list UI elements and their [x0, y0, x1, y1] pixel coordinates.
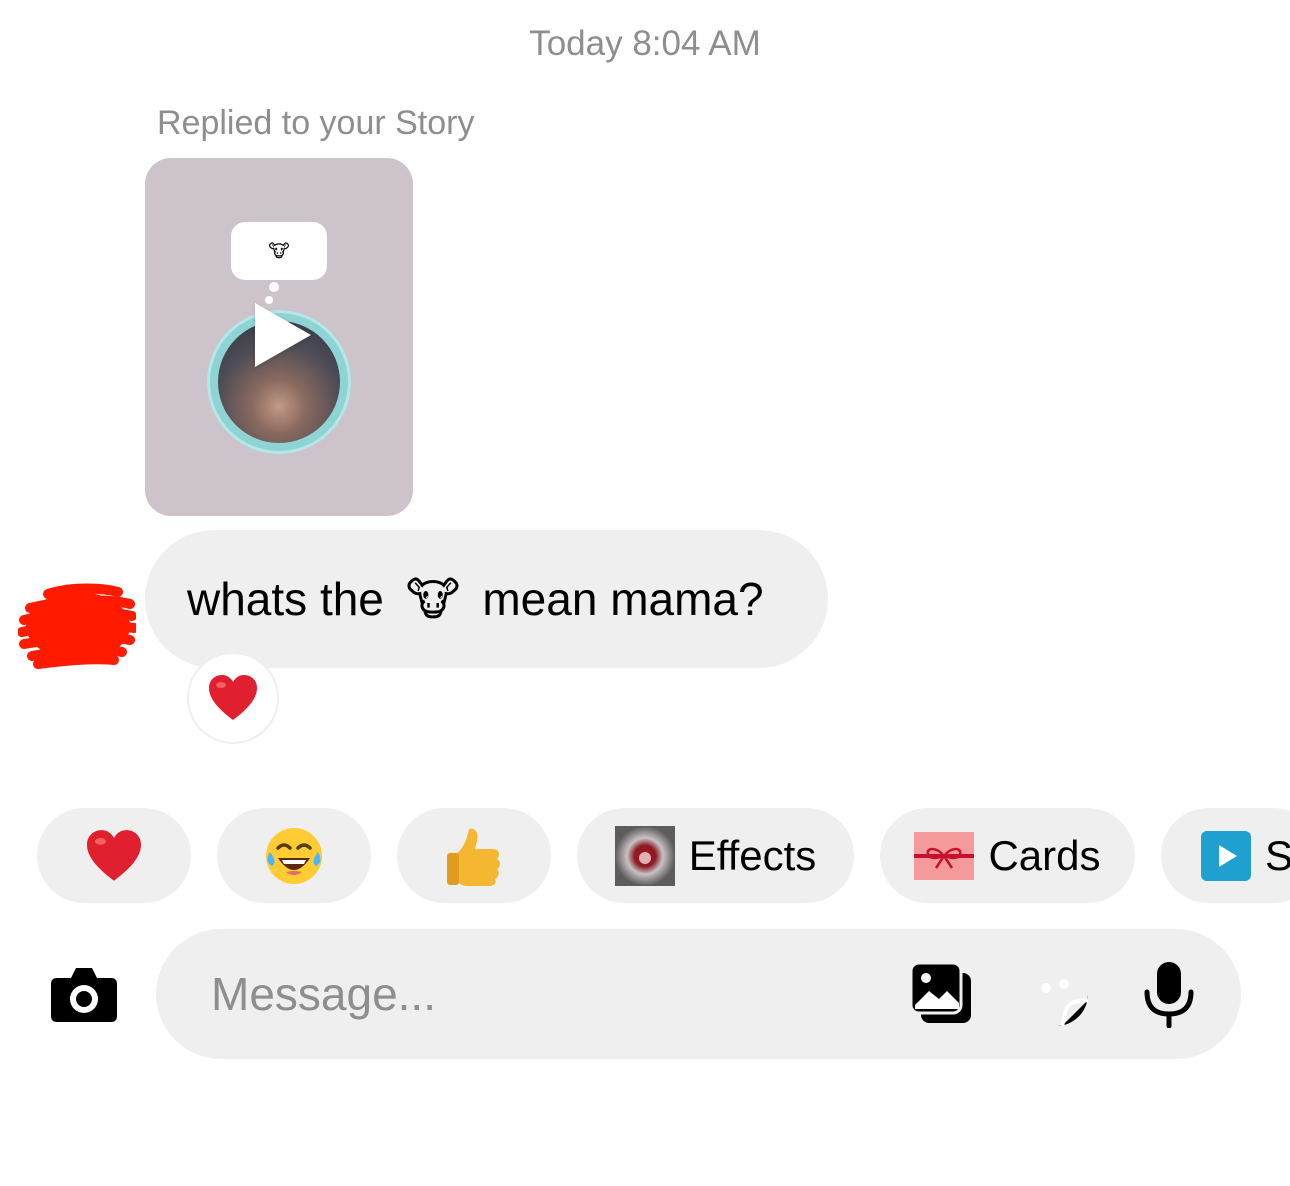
play-icon[interactable]	[255, 303, 311, 367]
laughing-face-icon	[266, 827, 322, 884]
gift-card-icon	[914, 831, 975, 880]
gallery-icon	[909, 961, 971, 1023]
effects-label: Effects	[688, 831, 817, 879]
effects-thumbnail-icon	[614, 825, 675, 886]
video-play-icon	[1201, 830, 1251, 881]
message-emoji: 🐮	[405, 573, 461, 625]
message-reaction[interactable]	[187, 652, 279, 744]
video-chip-label: S	[1265, 831, 1290, 879]
thought-bubble-dot	[269, 282, 279, 292]
cards-chip[interactable]: Cards	[880, 808, 1135, 903]
heart-icon	[87, 829, 141, 881]
story-thought-bubble: 🐮	[231, 222, 327, 280]
gallery-button[interactable]	[906, 959, 976, 1029]
message-text-before: whats the	[187, 573, 384, 625]
quick-reaction-thumbs-up-button[interactable]	[397, 808, 551, 903]
message-input[interactable]	[211, 961, 851, 1027]
thumbs-up-icon	[447, 828, 500, 886]
story-sticker-emoji: 🐮	[268, 240, 290, 261]
quick-reaction-heart-button[interactable]	[37, 808, 191, 903]
effects-chip[interactable]: Effects	[577, 808, 854, 903]
message-timestamp: Today 8:04 AM	[529, 24, 761, 63]
avatar[interactable]	[18, 580, 136, 670]
story-thumbnail[interactable]: 🐮	[145, 158, 413, 516]
microphone-button[interactable]	[1134, 959, 1204, 1029]
video-chip[interactable]: S	[1161, 808, 1290, 903]
camera-button[interactable]	[48, 962, 120, 1026]
quick-reaction-laughing-button[interactable]	[217, 808, 371, 903]
camera-icon	[51, 968, 117, 1022]
sticker-button[interactable]	[1021, 959, 1091, 1029]
message-composer	[156, 929, 1241, 1059]
microphone-icon	[1144, 962, 1194, 1028]
message-bubble[interactable]: whats the 🐮 mean mama?	[145, 530, 828, 668]
sticker-icon	[1024, 962, 1089, 1027]
message-text-after: mean mama?	[482, 573, 764, 625]
cards-label: Cards	[988, 831, 1101, 879]
heart-reaction-icon	[209, 675, 257, 720]
reply-context-label: Replied to your Story	[157, 104, 475, 142]
